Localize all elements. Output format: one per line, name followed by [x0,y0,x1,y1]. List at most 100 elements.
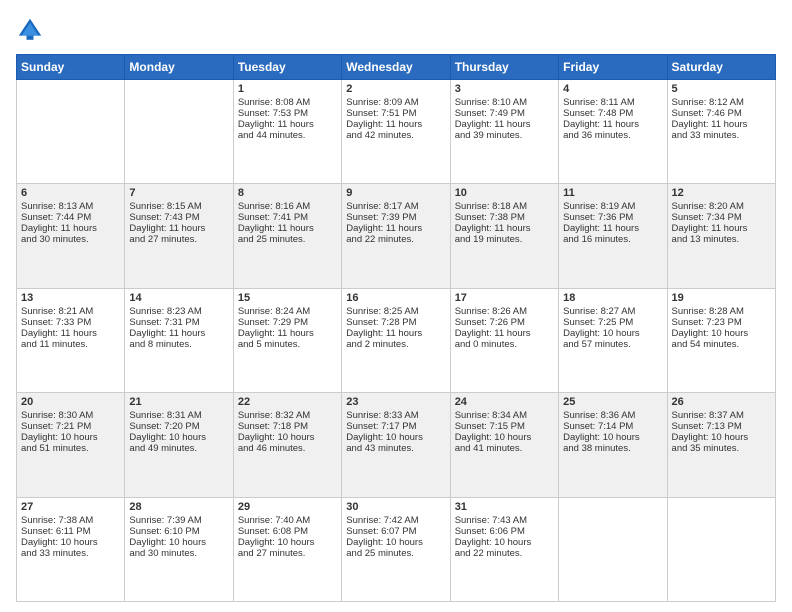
day-number: 5 [672,83,771,95]
calendar-cell: 17Sunrise: 8:26 AMSunset: 7:26 PMDayligh… [450,288,558,392]
day-info-line: Daylight: 11 hours [346,119,445,130]
calendar-cell: 15Sunrise: 8:24 AMSunset: 7:29 PMDayligh… [233,288,341,392]
day-info-line: Sunset: 6:11 PM [21,526,120,537]
day-info-line: Daylight: 10 hours [238,537,337,548]
day-info-line: Sunrise: 8:33 AM [346,410,445,421]
col-header-monday: Monday [125,55,233,80]
calendar-week-5: 27Sunrise: 7:38 AMSunset: 6:11 PMDayligh… [17,497,776,601]
day-number: 21 [129,396,228,408]
day-info-line: Sunrise: 8:10 AM [455,97,554,108]
calendar-cell: 30Sunrise: 7:42 AMSunset: 6:07 PMDayligh… [342,497,450,601]
calendar-cell: 18Sunrise: 8:27 AMSunset: 7:25 PMDayligh… [559,288,667,392]
day-info-line: Sunset: 7:20 PM [129,421,228,432]
day-info-line: Daylight: 10 hours [129,537,228,548]
col-header-saturday: Saturday [667,55,775,80]
day-number: 16 [346,292,445,304]
day-info-line: Sunrise: 8:25 AM [346,306,445,317]
calendar-week-3: 13Sunrise: 8:21 AMSunset: 7:33 PMDayligh… [17,288,776,392]
day-info-line: Sunset: 7:33 PM [21,317,120,328]
day-info-line: and 36 minutes. [563,130,662,141]
day-info-line: and 5 minutes. [238,339,337,350]
day-info-line: Sunset: 7:14 PM [563,421,662,432]
day-info-line: and 22 minutes. [346,234,445,245]
logo-icon [16,16,44,44]
day-info-line: Daylight: 11 hours [563,119,662,130]
day-number: 8 [238,187,337,199]
calendar-cell [17,80,125,184]
day-info-line: Sunset: 7:43 PM [129,212,228,223]
day-info-line: and 25 minutes. [238,234,337,245]
page: SundayMondayTuesdayWednesdayThursdayFrid… [0,0,792,612]
day-info-line: and 27 minutes. [238,548,337,559]
day-info-line: Daylight: 10 hours [455,537,554,548]
day-number: 11 [563,187,662,199]
day-info-line: and 57 minutes. [563,339,662,350]
calendar-week-1: 1Sunrise: 8:08 AMSunset: 7:53 PMDaylight… [17,80,776,184]
calendar-cell: 10Sunrise: 8:18 AMSunset: 7:38 PMDayligh… [450,184,558,288]
calendar-cell: 6Sunrise: 8:13 AMSunset: 7:44 PMDaylight… [17,184,125,288]
calendar-cell: 5Sunrise: 8:12 AMSunset: 7:46 PMDaylight… [667,80,775,184]
day-number: 1 [238,83,337,95]
day-info-line: Daylight: 10 hours [346,432,445,443]
calendar-cell: 1Sunrise: 8:08 AMSunset: 7:53 PMDaylight… [233,80,341,184]
calendar-cell: 28Sunrise: 7:39 AMSunset: 6:10 PMDayligh… [125,497,233,601]
day-info-line: Sunset: 7:13 PM [672,421,771,432]
calendar-cell: 24Sunrise: 8:34 AMSunset: 7:15 PMDayligh… [450,393,558,497]
day-info-line: Sunset: 7:48 PM [563,108,662,119]
day-number: 6 [21,187,120,199]
day-info-line: Daylight: 11 hours [563,223,662,234]
day-info-line: Daylight: 10 hours [346,537,445,548]
header [16,16,776,44]
calendar-cell: 31Sunrise: 7:43 AMSunset: 6:06 PMDayligh… [450,497,558,601]
calendar-cell: 2Sunrise: 8:09 AMSunset: 7:51 PMDaylight… [342,80,450,184]
calendar-cell: 12Sunrise: 8:20 AMSunset: 7:34 PMDayligh… [667,184,775,288]
calendar-cell [125,80,233,184]
day-info-line: Sunrise: 8:30 AM [21,410,120,421]
day-number: 19 [672,292,771,304]
day-info-line: Daylight: 11 hours [21,328,120,339]
calendar-header-row: SundayMondayTuesdayWednesdayThursdayFrid… [17,55,776,80]
calendar-cell: 22Sunrise: 8:32 AMSunset: 7:18 PMDayligh… [233,393,341,497]
day-info-line: Daylight: 11 hours [455,328,554,339]
day-info-line: and 43 minutes. [346,443,445,454]
day-info-line: Sunrise: 8:16 AM [238,201,337,212]
day-info-line: Sunrise: 8:19 AM [563,201,662,212]
day-info-line: Sunrise: 8:28 AM [672,306,771,317]
calendar-cell: 9Sunrise: 8:17 AMSunset: 7:39 PMDaylight… [342,184,450,288]
col-header-wednesday: Wednesday [342,55,450,80]
day-info-line: Sunset: 7:28 PM [346,317,445,328]
day-info-line: Sunset: 7:21 PM [21,421,120,432]
day-info-line: Sunrise: 8:20 AM [672,201,771,212]
day-info-line: Daylight: 11 hours [129,328,228,339]
day-info-line: Sunrise: 8:09 AM [346,97,445,108]
day-info-line: Sunset: 7:38 PM [455,212,554,223]
day-number: 9 [346,187,445,199]
day-info-line: Sunset: 7:25 PM [563,317,662,328]
day-info-line: and 30 minutes. [21,234,120,245]
day-info-line: Daylight: 11 hours [21,223,120,234]
col-header-sunday: Sunday [17,55,125,80]
calendar-cell: 26Sunrise: 8:37 AMSunset: 7:13 PMDayligh… [667,393,775,497]
day-info-line: and 41 minutes. [455,443,554,454]
day-info-line: Sunrise: 8:15 AM [129,201,228,212]
day-number: 20 [21,396,120,408]
day-info-line: Sunset: 7:51 PM [346,108,445,119]
calendar-cell: 21Sunrise: 8:31 AMSunset: 7:20 PMDayligh… [125,393,233,497]
day-info-line: Sunset: 6:08 PM [238,526,337,537]
day-info-line: Daylight: 11 hours [129,223,228,234]
day-info-line: Sunrise: 8:08 AM [238,97,337,108]
day-info-line: Sunset: 7:34 PM [672,212,771,223]
day-info-line: and 51 minutes. [21,443,120,454]
day-number: 10 [455,187,554,199]
day-info-line: Daylight: 11 hours [238,119,337,130]
day-info-line: and 19 minutes. [455,234,554,245]
day-info-line: Sunrise: 8:31 AM [129,410,228,421]
day-info-line: Sunrise: 8:36 AM [563,410,662,421]
day-number: 3 [455,83,554,95]
day-info-line: Sunset: 7:23 PM [672,317,771,328]
day-info-line: Sunset: 7:26 PM [455,317,554,328]
day-info-line: Daylight: 10 hours [672,328,771,339]
day-info-line: Sunset: 7:46 PM [672,108,771,119]
day-info-line: Sunrise: 7:42 AM [346,515,445,526]
calendar-cell: 27Sunrise: 7:38 AMSunset: 6:11 PMDayligh… [17,497,125,601]
